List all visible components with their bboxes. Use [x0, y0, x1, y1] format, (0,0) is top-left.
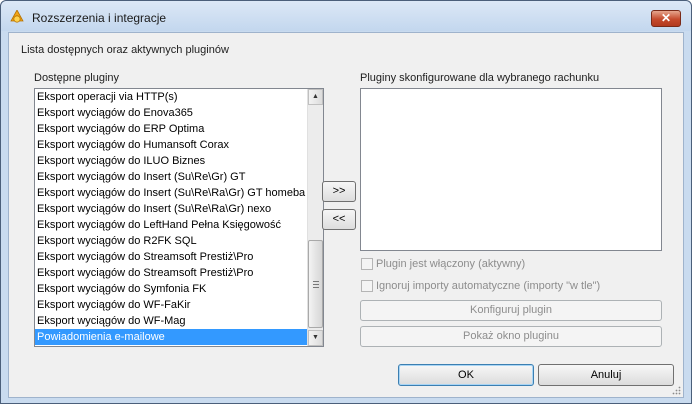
vertical-scrollbar[interactable]: ▲ ▼	[307, 89, 323, 346]
list-item[interactable]: Powiadomienia e-mailowe	[35, 329, 307, 345]
checkbox-icon[interactable]	[361, 280, 373, 293]
ignore-imports-label: Ignoruj importy automatyczne (importy "w…	[376, 280, 601, 292]
list-item[interactable]: Eksport wyciągów do LeftHand Pełna Księg…	[35, 217, 307, 233]
plugin-enabled-label: Plugin jest włączony (aktywny)	[376, 258, 526, 270]
app-icon	[10, 10, 24, 23]
list-item[interactable]: Eksport wyciągów do Insert (Su\Re\Gr) GT	[35, 169, 307, 185]
configure-plugin-button[interactable]: Konfiguruj plugin	[360, 300, 662, 321]
show-plugin-window-button[interactable]: Pokaż okno pluginu	[360, 326, 662, 347]
list-item[interactable]: Eksport wyciągów do ILUO Biznes	[35, 153, 307, 169]
add-plugin-button[interactable]: >>	[322, 181, 356, 202]
list-item[interactable]: Eksport wyciągów do ERP Optima	[35, 121, 307, 137]
close-button[interactable]: ✕	[651, 10, 681, 27]
list-item[interactable]: Eksport wyciągów do Streamsoft Prestiż\P…	[35, 265, 307, 281]
available-plugins-list[interactable]: Eksport operacji via HTTP(s) Eksport wyci…	[34, 88, 324, 347]
close-icon: ✕	[660, 11, 672, 25]
cancel-button[interactable]: Anuluj	[538, 364, 674, 386]
configured-plugins-label: Pluginy skonfigurowane dla wybranego rac…	[360, 72, 600, 84]
list-item[interactable]: Eksport operacji via HTTP(s)	[35, 89, 307, 105]
list-item[interactable]: Eksport wyciągów do Symfonia FK	[35, 281, 307, 297]
grip-icon	[313, 281, 319, 288]
remove-plugin-button[interactable]: <<	[322, 209, 356, 230]
list-item[interactable]: Eksport wyciągów do Enova365	[35, 105, 307, 121]
list-item[interactable]: Eksport wyciągów do R2FK SQL	[35, 233, 307, 249]
scroll-down-button[interactable]: ▼	[308, 330, 323, 346]
scroll-thumb[interactable]	[308, 240, 323, 328]
resize-grip-icon[interactable]	[671, 385, 681, 395]
dialog-subtitle: Lista dostępnych oraz aktywnych pluginów	[21, 44, 229, 56]
available-plugins-items: Eksport operacji via HTTP(s) Eksport wyci…	[35, 89, 307, 345]
dialog-window: Rozszerzenia i integracje ✕ Lista dostęp…	[0, 0, 692, 404]
list-item[interactable]: Eksport wyciągów do Streamsoft Prestiż\P…	[35, 249, 307, 265]
list-item[interactable]: Eksport wyciągów do WF-FaKir	[35, 297, 307, 313]
list-item[interactable]: Eksport wyciągów do Insert (Su\Re\Ra\Gr)…	[35, 185, 307, 201]
checkbox-icon[interactable]	[361, 258, 373, 271]
list-item[interactable]: Eksport wyciągów do WF-Mag	[35, 313, 307, 329]
ignore-imports-checkbox[interactable]: Ignoruj importy automatyczne (importy "w…	[361, 280, 600, 294]
plugin-enabled-checkbox[interactable]: Plugin jest włączony (aktywny)	[361, 258, 525, 272]
list-item[interactable]: Eksport wyciągów do Humansoft Corax	[35, 137, 307, 153]
dialog-body: Lista dostępnych oraz aktywnych pluginów…	[8, 32, 684, 398]
list-item[interactable]: Eksport wyciągów do Insert (Su\Re\Ra\Gr)…	[35, 201, 307, 217]
ok-button[interactable]: OK	[398, 364, 534, 386]
configured-plugins-list[interactable]	[360, 88, 662, 251]
window-title: Rozszerzenia i integracje	[32, 11, 167, 25]
available-plugins-label: Dostępne pluginy	[34, 72, 120, 84]
title-bar[interactable]: Rozszerzenia i integracje ✕	[1, 1, 691, 31]
scroll-up-button[interactable]: ▲	[308, 89, 323, 105]
